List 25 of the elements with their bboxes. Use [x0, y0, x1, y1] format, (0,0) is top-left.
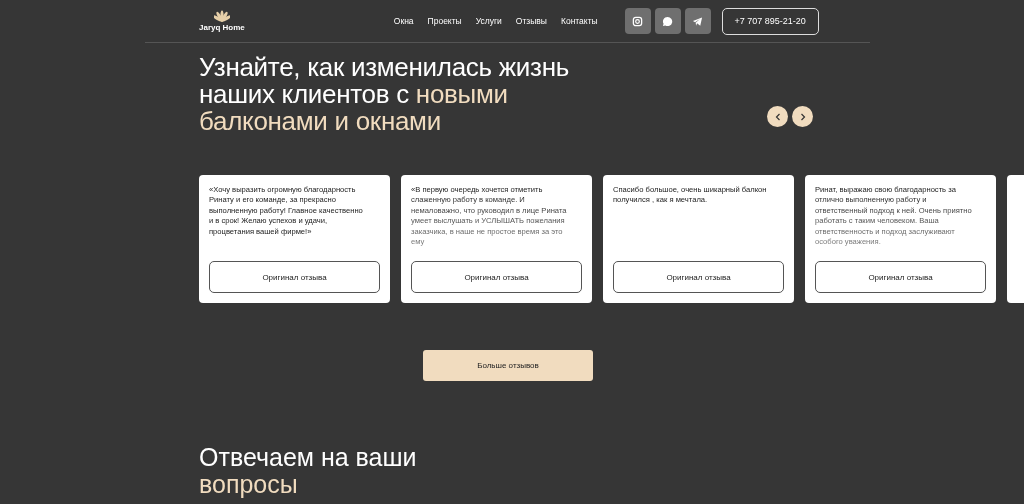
instagram-button[interactable] [624, 8, 651, 34]
original-review-button[interactable]: Оригинал отзыва [815, 261, 986, 293]
nav-link[interactable]: Контакты [560, 16, 598, 26]
next-button[interactable] [792, 106, 813, 127]
logo-fan-icon [213, 10, 230, 22]
phone-button[interactable]: +7 707 895-21-20 [721, 7, 819, 35]
telegram-button[interactable] [684, 8, 711, 34]
more-reviews-button[interactable]: Больше отзывов [423, 350, 593, 381]
original-review-button[interactable]: Оригинал отзыва [209, 261, 380, 293]
chat-bubble-icon [662, 15, 674, 27]
original-review-button[interactable]: Оригинал отзыва [411, 261, 582, 293]
paper-plane-icon [692, 15, 704, 27]
camera-icon [632, 15, 644, 27]
section-heading: Узнайте, как изменилась жизнь наших клиентов с новыми балконами и окнами [199, 54, 570, 135]
nav-link[interactable]: Окна [393, 16, 414, 26]
whatsapp-button[interactable] [654, 8, 681, 34]
previous-button[interactable] [767, 106, 788, 127]
logo-text: Jaryq Home [199, 23, 245, 32]
original-review-button[interactable]: Оригинал отзыва [613, 261, 784, 293]
chevron-left-icon [773, 112, 782, 121]
nav-link[interactable]: Проекты [427, 16, 462, 26]
nav-link[interactable]: Услуги [475, 16, 502, 26]
faq-heading: Отвечаем на ваши вопросы [199, 444, 418, 498]
chevron-right-icon [798, 112, 807, 121]
nav-link[interactable]: Отзывы [515, 16, 547, 26]
